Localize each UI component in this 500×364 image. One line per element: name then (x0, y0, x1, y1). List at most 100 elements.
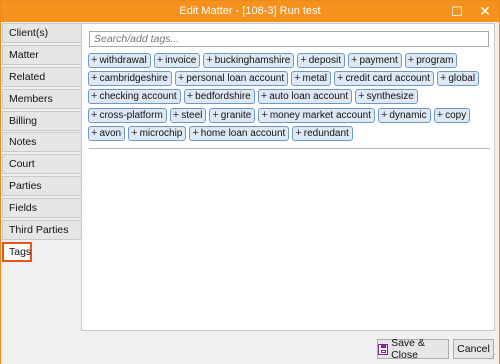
window-title: Edit Matter - [108-3] Run test (179, 5, 321, 17)
tab-matter[interactable]: Matter (2, 44, 81, 65)
tab-notes[interactable]: Notes (2, 132, 81, 153)
tag-label: withdrawal (99, 55, 147, 66)
tag-chip[interactable]: + deposit (297, 53, 345, 68)
tag-label: home loan account (200, 127, 286, 139)
title-bar[interactable]: Edit Matter - [108-3] Run test ☐ ✕ (1, 1, 499, 22)
tag-label: global (448, 73, 476, 85)
plus-icon: + (206, 54, 213, 66)
tag-chip[interactable]: + auto loan account (257, 89, 353, 105)
tag-label: metal (302, 73, 327, 85)
tag-label: money market account (269, 109, 371, 121)
tag-label: credit card account (345, 73, 430, 85)
tab-parties[interactable]: Parties (2, 176, 81, 197)
tag-chip[interactable]: + buckinghamshire (203, 53, 295, 68)
plus-icon: + (186, 90, 194, 103)
tag-search-box[interactable] (89, 31, 489, 47)
edit-matter-window: Edit Matter - [108-3] Run test ☐ ✕ Clien… (0, 0, 500, 364)
tag-chip[interactable]: + money market account (258, 107, 375, 123)
tag-label: steel (181, 109, 203, 121)
plus-icon: + (91, 126, 98, 139)
tag-chip[interactable]: + credit card account (334, 71, 434, 87)
tag-chip[interactable]: + dynamic (377, 107, 431, 123)
plus-icon: + (358, 90, 365, 103)
tag-chip[interactable]: + invoice (153, 53, 201, 68)
plus-icon: + (260, 90, 268, 103)
tag-label: redundant (303, 127, 349, 139)
tag-chip[interactable]: + personal loan account (174, 71, 289, 87)
plus-icon: + (91, 72, 98, 85)
tag-chip[interactable]: + steel (169, 107, 207, 123)
tab-court[interactable]: Court (2, 154, 81, 175)
tags-panel: +withdrawal+invoice+buckinghamshire+depo… (81, 23, 495, 331)
tag-chip[interactable]: + avon (88, 125, 126, 141)
tab-fields[interactable]: Fields (2, 198, 81, 219)
save-icon (378, 343, 389, 355)
tag-label: copy (445, 109, 467, 121)
close-icon[interactable]: ✕ (473, 1, 497, 22)
plus-icon: + (436, 108, 444, 121)
tag-chip[interactable]: + redundant (292, 125, 353, 141)
tag-label: granite (220, 109, 252, 121)
plus-icon: + (156, 54, 164, 66)
tag-chip[interactable]: + copy (433, 107, 471, 123)
resize-grip-icon[interactable]: ⋰ (489, 354, 497, 362)
plus-icon: + (212, 108, 219, 121)
plus-icon: + (91, 90, 98, 103)
tag-label: avon (99, 127, 122, 139)
tag-chip[interactable]: + microchip (128, 125, 187, 141)
tag-label: buckinghamshire (214, 55, 291, 66)
tag-chip[interactable]: + cross-platform (88, 107, 167, 123)
tag-chip[interactable]: + metal (291, 71, 331, 87)
maximize-icon[interactable]: ☐ (445, 1, 469, 22)
tab-members[interactable]: Members (2, 88, 81, 109)
tab-tags[interactable]: Tags (2, 241, 32, 262)
tab-clients[interactable]: Client(s) (2, 23, 81, 43)
tag-label: invoice (165, 55, 197, 66)
plus-icon: + (177, 72, 185, 85)
tag-label: bedfordshire (195, 91, 251, 103)
save-close-button[interactable]: Save & Close (377, 337, 449, 361)
tag-chip[interactable]: + synthesize (355, 89, 418, 105)
tag-label: auto loan account (269, 91, 349, 103)
plus-icon: + (192, 126, 199, 139)
sidebar: Client(s) Matter Related Matters Members… (2, 23, 81, 264)
cancel-button[interactable]: Cancel (453, 339, 494, 359)
plus-icon: + (91, 108, 98, 121)
plus-icon: + (261, 108, 268, 121)
tag-label: cambridgeshire (99, 73, 168, 85)
button-bar: Save & Close Cancel ⋰ (1, 331, 499, 364)
tag-search-input[interactable] (90, 32, 488, 46)
divider (89, 148, 490, 149)
tag-label: checking account (99, 91, 177, 103)
tag-chip[interactable]: + checking account (88, 89, 181, 105)
tag-chip[interactable]: + home loan account (189, 125, 290, 141)
tag-chip[interactable]: + global (436, 71, 480, 87)
plus-icon: + (300, 54, 307, 66)
tag-chip[interactable]: + cambridgeshire (88, 71, 172, 87)
tag-chip[interactable]: + bedfordshire (183, 89, 255, 105)
plus-icon: + (439, 72, 447, 85)
plus-icon: + (407, 54, 415, 66)
tab-third-parties[interactable]: Third Parties (2, 220, 81, 241)
tag-label: synthesize (366, 91, 414, 103)
save-close-label: Save & Close (391, 337, 425, 361)
tag-label: program (416, 55, 454, 66)
plus-icon: + (295, 126, 302, 139)
plus-icon: + (351, 54, 358, 66)
tag-chip[interactable]: + granite (209, 107, 256, 123)
plus-icon: + (380, 108, 388, 121)
plus-icon: + (91, 54, 98, 66)
tag-label: cross-platform (99, 109, 163, 121)
plus-icon: + (337, 72, 344, 85)
tag-chip[interactable]: + program (404, 53, 458, 68)
tag-label: payment (359, 55, 398, 66)
plus-icon: + (294, 72, 301, 85)
tag-label: microchip (139, 127, 183, 139)
plus-icon: + (131, 126, 138, 139)
tag-chip[interactable]: + payment (348, 53, 402, 68)
tab-related-matters[interactable]: Related Matters (2, 66, 81, 102)
tag-list: + withdrawal + invoice + buckinghamshire + depo… (88, 53, 492, 144)
tag-label: deposit (308, 55, 341, 66)
tag-chip[interactable]: + withdrawal (88, 53, 151, 68)
tab-billing[interactable]: Billing (2, 110, 81, 131)
